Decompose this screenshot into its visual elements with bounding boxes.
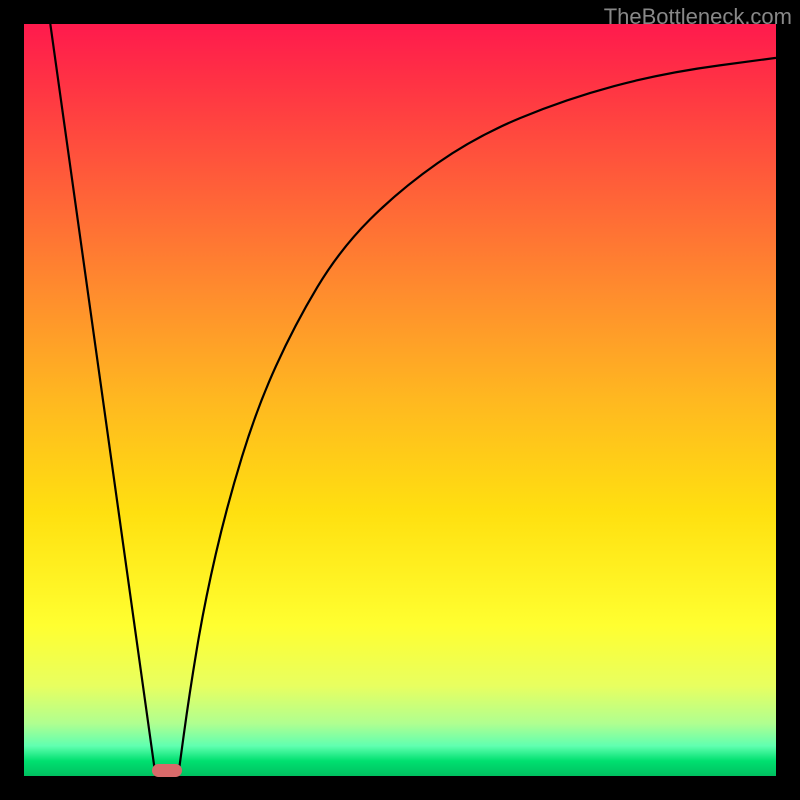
left-line: [50, 24, 155, 776]
plot-area: [24, 24, 776, 776]
chart-container: TheBottleneck.com: [0, 0, 800, 800]
bottleneck-marker: [152, 764, 182, 777]
curve-svg: [24, 24, 776, 776]
right-curve: [178, 58, 776, 776]
watermark-text: TheBottleneck.com: [604, 4, 792, 30]
